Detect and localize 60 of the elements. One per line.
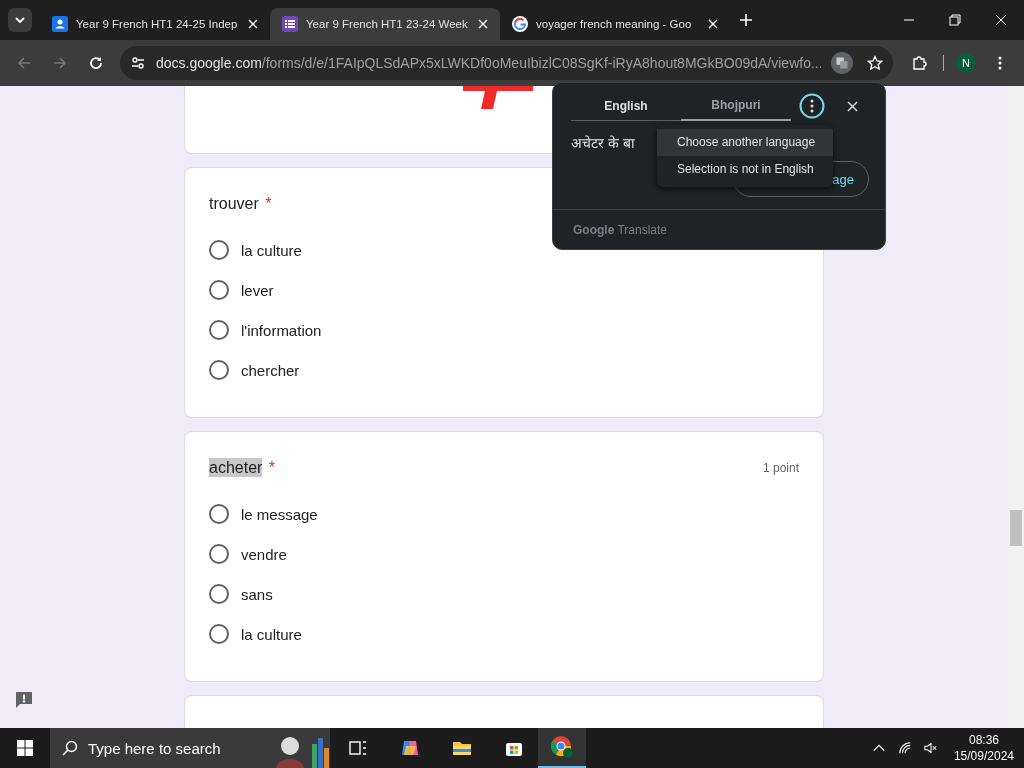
option-label: la culture [241, 241, 302, 259]
option-label: lever [241, 281, 274, 299]
site-settings-icon[interactable] [130, 55, 146, 71]
language-tab[interactable]: Bhojpuri [681, 91, 791, 121]
clock[interactable]: 08:36 15/09/2024 [943, 732, 1024, 764]
required-mark: * [268, 459, 276, 476]
address-bar[interactable]: docs.google.com/forms/d/e/1FAIpQLSdAPx5xLWKDf0oMeuIbizlC08SgKf-iRyA8hout8MGkBO09dA/viewfo... [120, 46, 893, 80]
wifi-icon[interactable] [897, 741, 912, 755]
profile-avatar[interactable]: N [956, 53, 976, 73]
copilot-icon[interactable] [400, 738, 420, 758]
option-label: la culture [241, 625, 302, 643]
radio-button[interactable] [209, 360, 229, 380]
radio-button[interactable] [209, 624, 229, 644]
translated-text: अचेटर के बा [571, 135, 635, 151]
language-tab[interactable]: English [571, 91, 681, 121]
puzzle-icon[interactable] [911, 55, 927, 71]
google-translate-logo: Google Translate [573, 223, 668, 237]
menu-item[interactable]: Choose another language [657, 129, 833, 156]
list-icon [282, 16, 298, 32]
required-mark: * [265, 195, 272, 212]
translate-icon[interactable] [831, 52, 853, 74]
tab-search-button[interactable] [8, 8, 32, 32]
scrollbar[interactable] [1008, 86, 1024, 728]
menu-item[interactable]: Selection is not in English [657, 156, 833, 183]
google-icon [512, 16, 528, 32]
forward-icon[interactable] [52, 55, 68, 71]
option-label: chercher [241, 361, 300, 379]
option-label: l'information [241, 321, 322, 339]
browser-tab[interactable]: Year 9 French HT1 24-25 Indep [40, 8, 270, 40]
radio-button[interactable] [209, 544, 229, 564]
option-label: sans [241, 585, 273, 603]
person-icon [52, 16, 68, 32]
radio-button[interactable] [209, 280, 229, 300]
windows-icon[interactable] [17, 740, 33, 756]
new-tab-icon[interactable] [740, 14, 752, 26]
reload-icon[interactable] [88, 55, 104, 71]
search-icon [62, 740, 78, 756]
points-label: 1 point [762, 461, 799, 475]
chrome-taskbar-button[interactable] [538, 728, 586, 768]
more-icon[interactable] [799, 93, 825, 119]
muted-speaker-icon[interactable] [923, 741, 938, 755]
browser-tab[interactable]: voyager french meaning - Goo [500, 8, 730, 40]
feedback-icon[interactable] [14, 690, 34, 710]
question-title: acheter [209, 458, 263, 477]
option-label: vendre [241, 545, 287, 563]
close-icon[interactable] [847, 100, 858, 112]
option-label: le message [241, 505, 318, 523]
star-icon[interactable] [867, 55, 883, 71]
task-view-icon[interactable] [348, 738, 368, 758]
restore-icon[interactable] [949, 14, 961, 26]
radio-button[interactable] [209, 320, 229, 340]
radio-button[interactable] [209, 504, 229, 524]
browser-tab[interactable]: Year 9 French HT1 23-24 Week [270, 8, 500, 40]
taskbar-search-field[interactable]: Type here to search [50, 728, 330, 768]
radio-button[interactable] [209, 240, 229, 260]
radio-button[interactable] [209, 584, 229, 604]
question-title: trouver [209, 194, 259, 213]
back-icon[interactable] [16, 55, 32, 71]
chrome-icon [550, 735, 574, 759]
chevron-down-icon [14, 14, 26, 26]
